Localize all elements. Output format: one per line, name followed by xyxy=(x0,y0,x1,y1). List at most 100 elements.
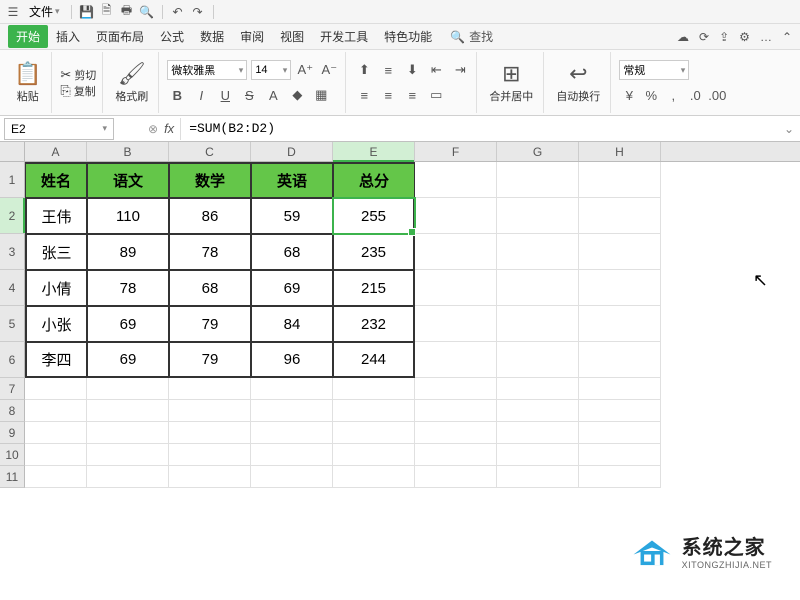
cell-empty[interactable] xyxy=(415,162,497,198)
cell-empty[interactable] xyxy=(415,422,497,444)
cell-empty[interactable] xyxy=(579,306,661,342)
cell-empty[interactable] xyxy=(497,162,579,198)
cell-english[interactable]: 84 xyxy=(251,306,333,342)
col-header-B[interactable]: B xyxy=(87,142,169,161)
sync-icon[interactable]: ⟳ xyxy=(699,30,709,44)
increase-indent-icon[interactable]: ⇥ xyxy=(450,60,470,80)
save-as-icon[interactable]: 🗎 xyxy=(98,3,116,21)
cell-empty[interactable] xyxy=(251,400,333,422)
col-header-H[interactable]: H xyxy=(579,142,661,161)
cell-name[interactable]: 张三 xyxy=(25,234,87,270)
font-name-select[interactable]: 微软雅黑▾ xyxy=(167,60,247,80)
cell-name[interactable]: 小倩 xyxy=(25,270,87,306)
cell-empty[interactable] xyxy=(415,198,497,234)
expand-formula-icon[interactable]: ⌄ xyxy=(778,122,800,136)
cell-empty[interactable] xyxy=(25,378,87,400)
cell-header-total[interactable]: 总分 xyxy=(333,162,415,198)
cell-header-name[interactable]: 姓名 xyxy=(25,162,87,198)
undo-icon[interactable]: ↶ xyxy=(169,3,187,21)
row-header[interactable]: 1 xyxy=(0,162,25,198)
save-icon[interactable]: 💾 xyxy=(78,3,96,21)
fx-icon[interactable]: fx xyxy=(164,121,174,136)
align-bottom-icon[interactable]: ⬇ xyxy=(402,60,422,80)
strikethrough-icon[interactable]: S xyxy=(239,85,259,105)
row-header[interactable]: 8 xyxy=(0,400,25,422)
row-header[interactable]: 10 xyxy=(0,444,25,466)
paste-button[interactable]: 📋 粘贴 xyxy=(10,59,45,106)
cell-empty[interactable] xyxy=(333,378,415,400)
cell-header-chinese[interactable]: 语文 xyxy=(87,162,169,198)
copy-button[interactable]: ⎘复制 xyxy=(60,83,95,99)
row-header[interactable]: 11 xyxy=(0,466,25,488)
cell-chinese[interactable]: 69 xyxy=(87,306,169,342)
settings-icon[interactable]: ⚙ xyxy=(739,30,750,44)
cell-math[interactable]: 86 xyxy=(169,198,251,234)
save-icon[interactable]: ☰ xyxy=(4,3,22,21)
row-header[interactable]: 5 xyxy=(0,306,25,342)
border-icon[interactable]: ▦ xyxy=(311,85,331,105)
row-header[interactable]: 4 xyxy=(0,270,25,306)
tab-developer[interactable]: 开发工具 xyxy=(312,25,376,48)
cell-empty[interactable] xyxy=(497,234,579,270)
cell-empty[interactable] xyxy=(415,270,497,306)
cell-empty[interactable] xyxy=(169,400,251,422)
cell-empty[interactable] xyxy=(333,422,415,444)
cell-english[interactable]: 59 xyxy=(251,198,333,234)
tab-data[interactable]: 数据 xyxy=(192,25,232,48)
cell-empty[interactable] xyxy=(415,466,497,488)
row-header[interactable]: 2 xyxy=(0,198,25,234)
cell-empty[interactable] xyxy=(333,400,415,422)
font-color-icon[interactable]: A xyxy=(263,85,283,105)
tab-view[interactable]: 视图 xyxy=(272,25,312,48)
cell-empty[interactable] xyxy=(579,466,661,488)
cell-empty[interactable] xyxy=(497,342,579,378)
increase-font-icon[interactable]: A⁺ xyxy=(295,60,315,80)
col-header-E[interactable]: E xyxy=(333,142,415,161)
help-icon[interactable]: … xyxy=(760,30,772,44)
format-painter-button[interactable]: 🖌 格式刷 xyxy=(111,59,152,106)
cell-empty[interactable] xyxy=(25,444,87,466)
col-header-C[interactable]: C xyxy=(169,142,251,161)
cell-empty[interactable] xyxy=(251,466,333,488)
cell-empty[interactable] xyxy=(579,270,661,306)
cell-empty[interactable] xyxy=(169,422,251,444)
cell-empty[interactable] xyxy=(87,422,169,444)
cell-empty[interactable] xyxy=(579,444,661,466)
cell-empty[interactable] xyxy=(415,444,497,466)
tab-start[interactable]: 开始 xyxy=(8,25,48,48)
cell-empty[interactable] xyxy=(251,378,333,400)
collapse-ribbon-icon[interactable]: ⌃ xyxy=(782,30,792,44)
cell-total-selected[interactable]: 255 xyxy=(333,198,415,234)
cell-empty[interactable] xyxy=(497,270,579,306)
percent-icon[interactable]: % xyxy=(641,85,661,105)
cell-empty[interactable] xyxy=(25,466,87,488)
row-header[interactable]: 3 xyxy=(0,234,25,270)
cell-empty[interactable] xyxy=(87,444,169,466)
cell-empty[interactable] xyxy=(25,400,87,422)
decrease-indent-icon[interactable]: ⇤ xyxy=(426,60,446,80)
cell-name[interactable]: 小张 xyxy=(25,306,87,342)
tab-formulas[interactable]: 公式 xyxy=(152,25,192,48)
cell-empty[interactable] xyxy=(497,306,579,342)
cell-english[interactable]: 68 xyxy=(251,234,333,270)
decrease-font-icon[interactable]: A⁻ xyxy=(319,60,339,80)
cell-empty[interactable] xyxy=(497,198,579,234)
cell-empty[interactable] xyxy=(497,444,579,466)
col-header-A[interactable]: A xyxy=(25,142,87,161)
font-size-select[interactable]: 14▾ xyxy=(251,60,291,80)
cell-empty[interactable] xyxy=(579,400,661,422)
cell-empty[interactable] xyxy=(497,378,579,400)
cell-total[interactable]: 244 xyxy=(333,342,415,378)
cell-empty[interactable] xyxy=(579,422,661,444)
cancel-icon[interactable]: ⊗ xyxy=(148,122,158,136)
cell-english[interactable]: 69 xyxy=(251,270,333,306)
col-header-F[interactable]: F xyxy=(415,142,497,161)
col-header-G[interactable]: G xyxy=(497,142,579,161)
increase-decimal-icon[interactable]: .0 xyxy=(685,85,705,105)
cell-math[interactable]: 79 xyxy=(169,306,251,342)
cell-chinese[interactable]: 69 xyxy=(87,342,169,378)
comma-icon[interactable]: , xyxy=(663,85,683,105)
tab-features[interactable]: 特色功能 xyxy=(376,25,440,48)
wrap-text-button[interactable]: ↩ 自动换行 xyxy=(552,59,604,106)
cell-empty[interactable] xyxy=(579,198,661,234)
